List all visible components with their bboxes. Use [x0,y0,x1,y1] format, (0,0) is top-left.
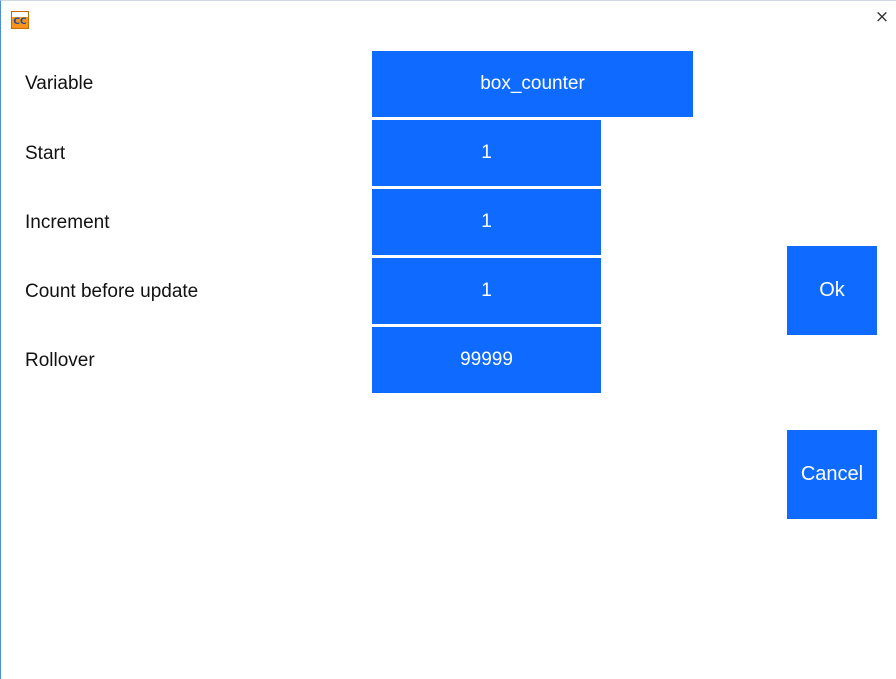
ok-button[interactable]: Ok [787,246,877,335]
increment-field[interactable]: 1 [372,189,601,255]
variable-field[interactable]: box_counter [372,51,693,117]
variable-label: Variable [25,73,94,94]
start-label: Start [25,143,66,164]
rollover-field[interactable]: 99999 [372,327,601,393]
count-before-update-field[interactable]: 1 [372,258,601,324]
rollover-label: Rollover [25,350,95,371]
close-button[interactable]: × [872,7,892,27]
app-icon: CC [11,11,29,29]
cancel-button[interactable]: Cancel [787,430,877,519]
count-before-update-label: Count before update [25,281,199,302]
start-field[interactable]: 1 [372,120,601,186]
increment-label: Increment [25,212,110,233]
dialog-window: CC × Variable box_counter Start 1 Increm… [0,0,896,679]
app-icon-letters: CC [13,17,27,27]
